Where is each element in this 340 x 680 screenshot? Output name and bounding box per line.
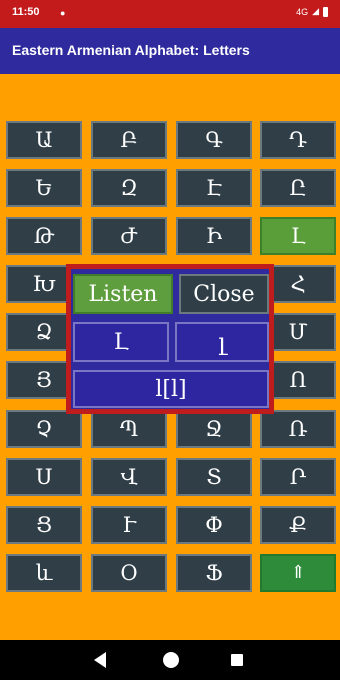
app-title: Eastern Armenian Alphabet: Letters — [12, 42, 250, 58]
letter-key[interactable]: Ի — [176, 217, 252, 255]
letter-key[interactable]: Է — [176, 169, 252, 207]
letter-key[interactable]: Ժ — [91, 217, 167, 255]
letter-key[interactable]: Վ — [91, 458, 167, 496]
pronunciation: l[l] — [73, 370, 269, 408]
uppercase-letter: Լ — [73, 322, 169, 362]
letter-key[interactable]: Ր — [260, 458, 336, 496]
letter-key[interactable]: Ւ — [91, 506, 167, 544]
back-icon[interactable] — [94, 652, 106, 668]
listen-button[interactable]: Listen — [73, 274, 173, 314]
letter-key[interactable]: Ա — [6, 121, 82, 159]
letter-key[interactable]: Ց — [6, 506, 82, 544]
status-time: 11:50 — [12, 6, 40, 18]
letter-key[interactable]: Դ — [260, 121, 336, 159]
scroll-up-button[interactable]: ⇑ — [260, 554, 336, 592]
letter-dialog: Listen Close Լ լ l[l] — [66, 264, 274, 414]
letter-key[interactable]: Գ — [176, 121, 252, 159]
lowercase-letter: լ — [175, 322, 269, 362]
recent-apps-icon[interactable] — [231, 654, 243, 666]
letter-key[interactable]: Ջ — [176, 410, 252, 448]
letter-key[interactable]: Օ — [91, 554, 167, 592]
letter-key[interactable]: Ե — [6, 169, 82, 207]
letter-key[interactable]: Թ — [6, 217, 82, 255]
letter-key[interactable]: Ը — [260, 169, 336, 207]
letter-key[interactable]: Տ — [176, 458, 252, 496]
letter-key[interactable]: Զ — [91, 169, 167, 207]
close-button[interactable]: Close — [179, 274, 269, 314]
letter-key[interactable]: Ռ — [260, 410, 336, 448]
status-icons: 4G ◢ — [296, 6, 328, 17]
navigation-bar — [0, 640, 340, 680]
letter-key[interactable]: Բ — [91, 121, 167, 159]
letter-key[interactable]: և — [6, 554, 82, 592]
letter-key[interactable]: Ս — [6, 458, 82, 496]
notification-dot-icon: ● — [60, 8, 66, 18]
letter-key[interactable]: Ֆ — [176, 554, 252, 592]
double-arrow-up-icon: ⇑ — [290, 562, 306, 583]
letter-key-selected[interactable]: Լ — [260, 217, 336, 255]
letter-key[interactable]: Ք — [260, 506, 336, 544]
letter-key[interactable]: Չ — [6, 410, 82, 448]
battery-icon — [323, 6, 328, 17]
home-icon[interactable] — [163, 652, 179, 668]
status-bar: 11:50 ● 4G ◢ — [0, 0, 340, 28]
letter-key[interactable]: Փ — [176, 506, 252, 544]
app-bar: Eastern Armenian Alphabet: Letters — [0, 28, 340, 74]
signal-icon: ◢ — [312, 6, 319, 16]
letter-key[interactable]: Պ — [91, 410, 167, 448]
network-type: 4G — [296, 6, 309, 17]
